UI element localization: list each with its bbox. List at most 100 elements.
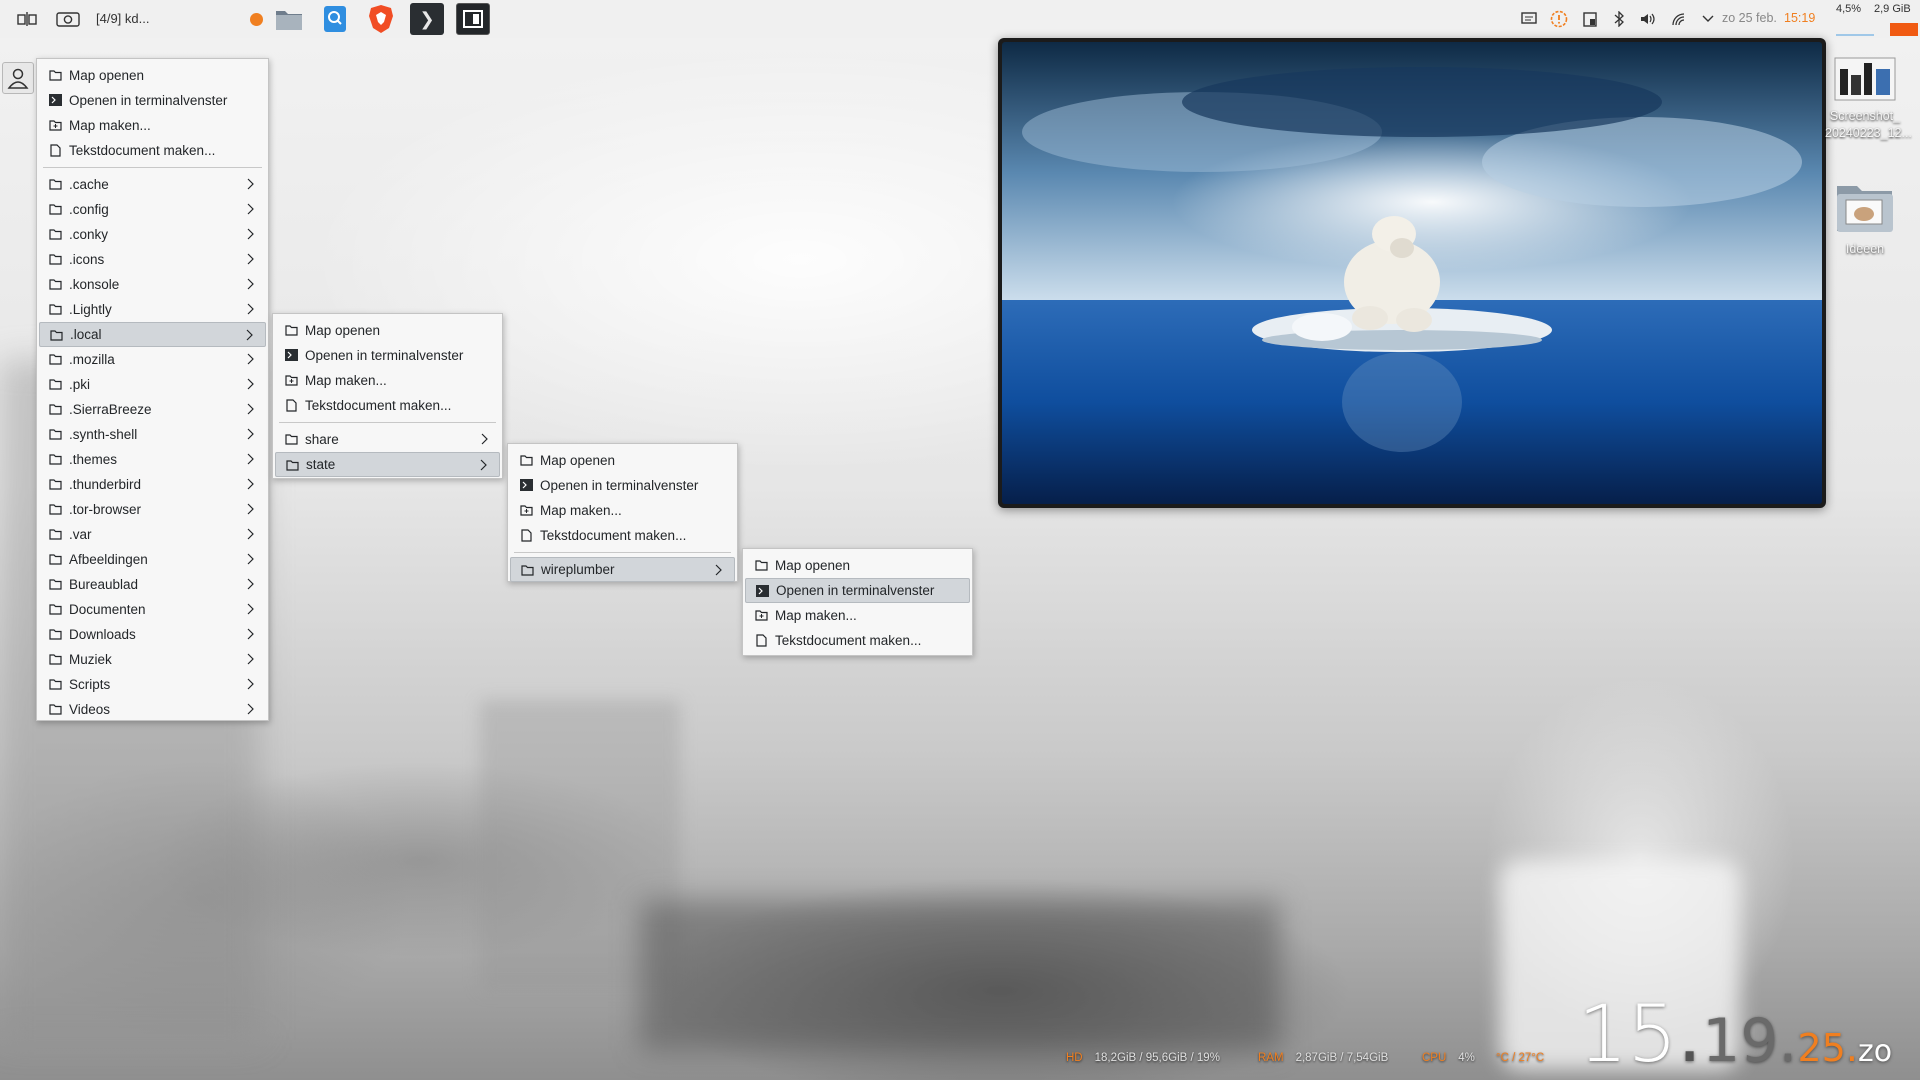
folder-menu-item[interactable]: .Lightly bbox=[39, 297, 266, 322]
folder-menu-item[interactable]: .themes bbox=[39, 447, 266, 472]
menu-item-open-folder[interactable]: Map openen bbox=[275, 318, 500, 343]
menu-item-new-folder[interactable]: Map maken... bbox=[39, 113, 266, 138]
menu-item-new-text-document[interactable]: Tekstdocument maken... bbox=[275, 393, 500, 418]
folder-menu-item[interactable]: .synth-shell bbox=[39, 422, 266, 447]
folder-menu-item[interactable]: .thunderbird bbox=[39, 472, 266, 497]
folder-new-icon bbox=[49, 119, 62, 131]
menu-item-label: Tekstdocument maken... bbox=[69, 143, 216, 158]
folder-menu-item-label: Videos bbox=[69, 702, 111, 717]
terminal-icon bbox=[49, 94, 62, 106]
cpu-label: CPU bbox=[1422, 1052, 1447, 1064]
menu-item-new-folder[interactable]: Map maken... bbox=[510, 498, 735, 523]
folder-menu-item-label: share bbox=[305, 432, 339, 447]
menu-item-open-terminal[interactable]: Openen in terminalvenster bbox=[510, 473, 735, 498]
folder-menu-item-label: wireplumber bbox=[541, 562, 615, 577]
brave-browser-icon[interactable] bbox=[364, 3, 398, 35]
terminal-icon bbox=[756, 585, 769, 597]
folder-menu-item[interactable]: Documenten bbox=[39, 597, 266, 622]
folder-icon bbox=[49, 553, 62, 565]
tray-time[interactable]: 15:19 bbox=[1784, 11, 1815, 25]
menu-item-new-text-document[interactable]: Tekstdocument maken... bbox=[510, 523, 735, 548]
submenu-chevron-icon bbox=[246, 602, 256, 616]
folder-menu-item[interactable]: .conky bbox=[39, 222, 266, 247]
file-manager-icon[interactable] bbox=[272, 3, 306, 35]
update-warning-icon[interactable] bbox=[1550, 10, 1568, 28]
folder-open-icon bbox=[285, 324, 298, 336]
folder-menu-item-label: .icons bbox=[69, 252, 105, 267]
submenu-chevron-icon bbox=[246, 502, 256, 516]
clipboard-icon[interactable] bbox=[1581, 10, 1599, 28]
folder-menu-item-label: Scripts bbox=[69, 677, 111, 692]
folder-menu-item[interactable]: share bbox=[275, 427, 500, 452]
folder-menu-item-label: .local bbox=[70, 327, 102, 342]
menu-item-new-folder[interactable]: Map maken... bbox=[745, 603, 970, 628]
menu-item-new-text-document[interactable]: Tekstdocument maken... bbox=[745, 628, 970, 653]
folder-menu-item[interactable]: Downloads bbox=[39, 622, 266, 647]
menu-item-open-terminal[interactable]: Openen in terminalvenster bbox=[275, 343, 500, 368]
folder-menu-item[interactable]: Scripts bbox=[39, 672, 266, 697]
folder-menu-item[interactable]: .konsole bbox=[39, 272, 266, 297]
folder-menu-item-label: .cache bbox=[69, 177, 109, 192]
menu-item-label: Tekstdocument maken... bbox=[775, 633, 922, 648]
menu-item-open-folder[interactable]: Map openen bbox=[510, 448, 735, 473]
cpu-graph[interactable] bbox=[1836, 34, 1874, 36]
clock-dot-1: . bbox=[1677, 990, 1703, 1080]
folder-menu-item[interactable]: .SierraBreeze bbox=[39, 397, 266, 422]
pager-label[interactable]: [4/9] kd... bbox=[96, 11, 149, 26]
tray-date[interactable]: zo 25 feb. bbox=[1722, 11, 1777, 25]
desktop-icon-screenshot-label-1: Screenshot_ bbox=[1829, 109, 1901, 123]
search-app-icon[interactable] bbox=[318, 3, 352, 35]
folder-icon bbox=[49, 228, 62, 240]
menu-item-new-folder[interactable]: Map maken... bbox=[275, 368, 500, 393]
menu-item-open-terminal[interactable]: Openen in terminalvenster bbox=[745, 578, 970, 603]
folder-icon bbox=[49, 303, 62, 315]
folder-icon bbox=[49, 378, 62, 390]
folder-menu-item[interactable]: Muziek bbox=[39, 647, 266, 672]
folder-menu-item[interactable]: Videos bbox=[39, 697, 266, 722]
folder-icon bbox=[49, 703, 62, 715]
user-menu-button[interactable] bbox=[2, 62, 34, 94]
notifications-icon[interactable] bbox=[1520, 10, 1538, 28]
folder-menu-item[interactable]: .tor-browser bbox=[39, 497, 266, 522]
bluetooth-icon[interactable] bbox=[1610, 10, 1628, 28]
menu-item-open-folder[interactable]: Map openen bbox=[745, 553, 970, 578]
volume-icon[interactable] bbox=[1639, 10, 1657, 28]
memory-graph[interactable] bbox=[1890, 23, 1918, 36]
menu-item-open-terminal[interactable]: Openen in terminalvenster bbox=[39, 88, 266, 113]
folder-menu-item[interactable]: wireplumber bbox=[510, 557, 735, 582]
menu-item-label: Openen in terminalvenster bbox=[776, 583, 935, 598]
submenu-chevron-icon bbox=[246, 427, 256, 441]
menu-item-label: Map maken... bbox=[69, 118, 151, 133]
folder-menu-item-label: .synth-shell bbox=[69, 427, 138, 442]
active-window-icon[interactable] bbox=[456, 3, 490, 35]
document-new-icon bbox=[285, 398, 298, 412]
folder-icon bbox=[49, 578, 62, 590]
folder-menu-item[interactable]: Afbeeldingen bbox=[39, 547, 266, 572]
desktop-icon-screenshot[interactable]: Screenshot_ 20240223_12... bbox=[1825, 55, 1912, 142]
folder-menu-item[interactable]: .local bbox=[39, 322, 266, 347]
folder-menu-item[interactable]: state bbox=[275, 452, 500, 477]
network-icon[interactable] bbox=[1670, 10, 1688, 28]
folder-menu-item[interactable]: .config bbox=[39, 197, 266, 222]
terminal-icon[interactable]: ❯ bbox=[410, 3, 444, 35]
terminal-icon bbox=[285, 349, 298, 361]
folder-menu-item[interactable]: .pki bbox=[39, 372, 266, 397]
folder-menu-item[interactable]: .cache bbox=[39, 172, 266, 197]
submenu-chevron-icon bbox=[480, 432, 490, 446]
folder-menu-item[interactable]: .var bbox=[39, 522, 266, 547]
folder-menu-item[interactable]: .icons bbox=[39, 247, 266, 272]
panel-layout-icon[interactable] bbox=[16, 8, 40, 30]
folder-menu-item[interactable]: Bureaublad bbox=[39, 572, 266, 597]
firefox-dot-icon[interactable] bbox=[238, 3, 274, 35]
menu-item-new-text-document[interactable]: Tekstdocument maken... bbox=[39, 138, 266, 163]
polar-bear-photo-frame[interactable] bbox=[998, 38, 1826, 508]
desktop-icon-ideeen[interactable]: Ideeen bbox=[1825, 178, 1905, 258]
folder-icon bbox=[49, 478, 62, 490]
cpu-stat: CPU 4% bbox=[1422, 1052, 1475, 1064]
folder-menu-item[interactable]: .mozilla bbox=[39, 347, 266, 372]
menu-item-open-folder[interactable]: Map openen bbox=[39, 63, 266, 88]
screenshot-camera-icon[interactable] bbox=[56, 8, 80, 30]
tray-expand-chevron-icon[interactable] bbox=[1699, 10, 1717, 28]
ram-label: RAM bbox=[1258, 1052, 1284, 1064]
clock-day: 25 bbox=[1797, 1026, 1846, 1070]
